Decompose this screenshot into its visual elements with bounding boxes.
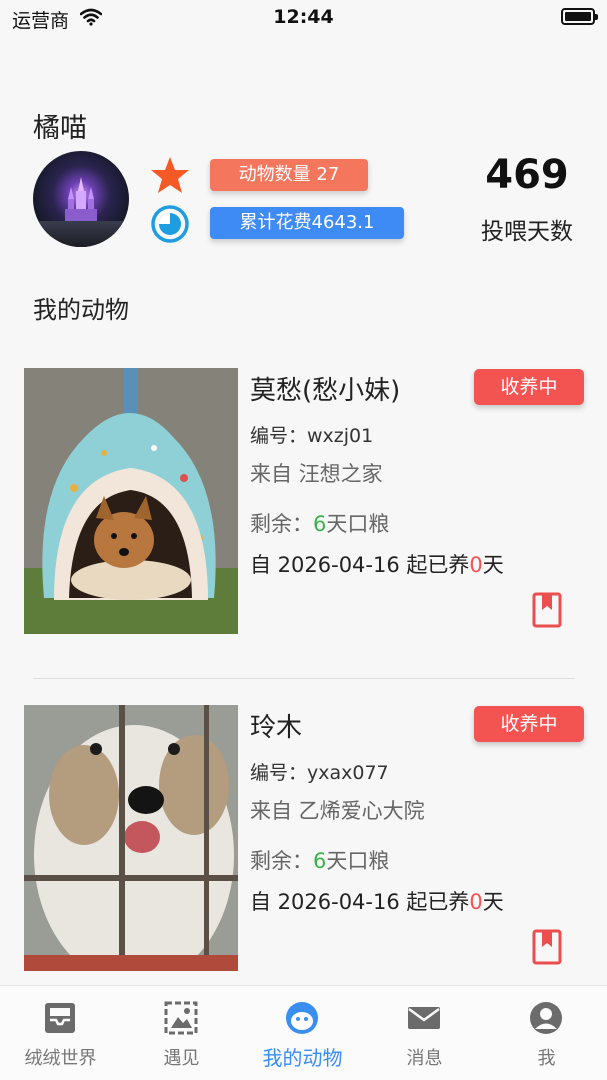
adopted-since: 自 2026-04-16 起已养0天 xyxy=(250,549,504,579)
animal-photo[interactable] xyxy=(24,705,238,971)
feed-days-label: 投喂天数 xyxy=(481,219,573,245)
battery-icon xyxy=(561,8,598,25)
animal-origin: 来自 乙烯爱心大院 xyxy=(250,799,425,823)
since-days: 0 xyxy=(469,553,483,577)
tab-bar: 绒绒世界 遇见 我的动物 消息 我 xyxy=(0,985,607,1080)
avatar[interactable] xyxy=(33,151,129,247)
animal-id: 编号：yxax077 xyxy=(250,762,389,784)
status-time: 12:44 xyxy=(273,6,334,28)
tab-label: 我 xyxy=(537,1048,556,1069)
user-name: 橘喵 xyxy=(33,113,87,144)
bookmark-icon[interactable] xyxy=(532,929,562,965)
tab-furry-world[interactable]: 绒绒世界 xyxy=(0,986,121,1080)
tab-messages[interactable]: 消息 xyxy=(364,986,485,1080)
animal-count-badge: 动物数量 27 xyxy=(210,159,368,191)
clock-icon xyxy=(151,205,189,243)
food-prefix: 剩余： xyxy=(250,512,313,536)
section-title: 我的动物 xyxy=(33,296,129,324)
animal-photo[interactable] xyxy=(24,368,238,634)
tab-label: 绒绒世界 xyxy=(24,1048,97,1069)
food-days: 6 xyxy=(313,849,327,873)
animal-id: 编号：wxzj01 xyxy=(250,425,374,447)
animal-card[interactable]: 莫愁(愁小妹) 收养中 编号：wxzj01 来自 汪想之家 剩余：6天口粮 自 … xyxy=(0,366,607,636)
mail-icon xyxy=(408,1007,440,1029)
tab-label: 我的动物 xyxy=(262,1046,343,1070)
pet-face-icon xyxy=(286,1002,318,1034)
animal-origin: 来自 汪想之家 xyxy=(250,462,383,486)
inbox-icon xyxy=(45,1003,75,1033)
food-prefix: 剩余： xyxy=(250,849,313,873)
tab-my-animals[interactable]: 我的动物 xyxy=(242,986,363,1080)
adopted-since: 自 2026-04-16 起已养0天 xyxy=(250,886,504,916)
status-bar: 运营商 12:44 xyxy=(0,0,607,36)
animal-name: 莫愁(愁小妹) xyxy=(250,376,401,406)
food-suffix: 天口粮 xyxy=(326,512,390,536)
since-prefix: 自 2026-04-16 起已养 xyxy=(250,890,470,914)
star-icon xyxy=(151,157,189,193)
food-remaining: 剩余：6天口粮 xyxy=(250,508,389,538)
since-prefix: 自 2026-04-16 起已养 xyxy=(250,553,470,577)
animal-name: 玲木 xyxy=(250,713,303,743)
tab-me[interactable]: 我 xyxy=(486,986,607,1080)
total-spend-badge: 累计花费4643.1 xyxy=(210,207,404,239)
adoption-status-badge[interactable]: 收养中 xyxy=(474,706,584,742)
since-suffix: 天 xyxy=(482,890,504,914)
feed-days-value: 469 xyxy=(485,152,569,198)
animal-card[interactable]: 玲木 收养中 编号：yxax077 来自 乙烯爱心大院 剩余：6天口粮 自 20… xyxy=(0,703,607,973)
tab-label: 消息 xyxy=(406,1048,443,1069)
bookmark-icon[interactable] xyxy=(532,592,562,628)
my-animals-screen: 运营商 12:44 橘喵 动物数量 27 累计花费4643.1 469 投喂天数… xyxy=(0,0,607,1080)
castle-image xyxy=(65,177,97,221)
tab-label: 遇见 xyxy=(163,1048,200,1069)
food-suffix: 天口粮 xyxy=(326,849,390,873)
since-days: 0 xyxy=(469,890,483,914)
since-suffix: 天 xyxy=(482,553,504,577)
food-days: 6 xyxy=(313,512,327,536)
user-icon xyxy=(530,1002,562,1034)
food-remaining: 剩余：6天口粮 xyxy=(250,845,389,875)
divider xyxy=(33,678,575,679)
adoption-status-badge[interactable]: 收养中 xyxy=(474,369,584,405)
picture-icon xyxy=(164,1001,198,1035)
tab-encounter[interactable]: 遇见 xyxy=(121,986,242,1080)
